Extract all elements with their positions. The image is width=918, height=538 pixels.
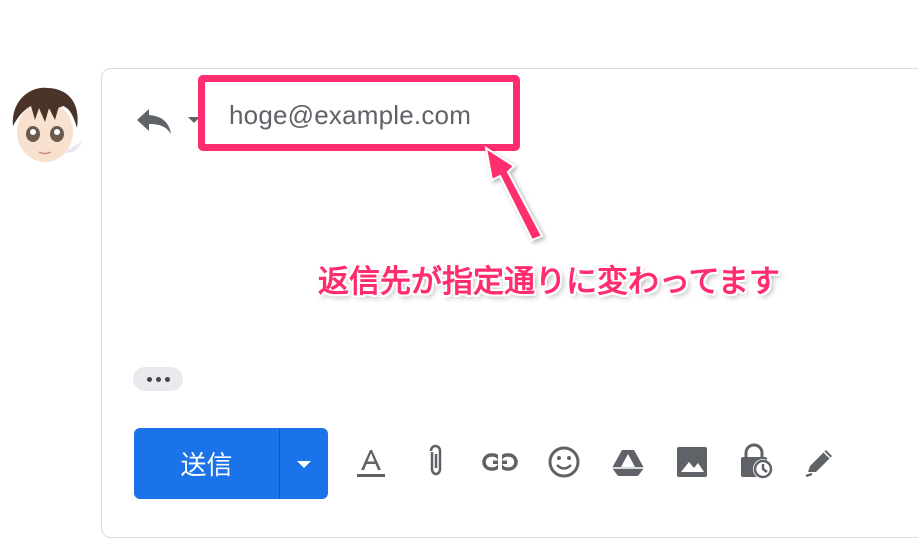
text-format-icon[interactable] xyxy=(351,442,391,482)
photo-icon[interactable] xyxy=(672,442,712,482)
attach-icon[interactable] xyxy=(416,442,456,482)
confidential-mode-icon[interactable] xyxy=(736,442,776,482)
drive-icon[interactable] xyxy=(608,442,648,482)
avatar xyxy=(3,80,87,164)
show-trimmed-content-button[interactable] xyxy=(133,367,183,391)
annotation-arrow xyxy=(484,145,544,242)
reply-icon[interactable] xyxy=(135,104,173,136)
send-options-button[interactable] xyxy=(280,428,328,499)
chevron-down-icon xyxy=(297,460,311,468)
signature-icon[interactable] xyxy=(800,442,840,482)
link-icon[interactable] xyxy=(480,442,520,482)
annotation-text: 返信先が指定通りに変わってます xyxy=(318,264,780,300)
emoji-icon[interactable] xyxy=(544,442,584,482)
recipient-address: hoge@example.com xyxy=(229,100,472,130)
send-button[interactable]: 送信 xyxy=(134,428,279,499)
send-button-group: 送信 xyxy=(134,428,328,499)
